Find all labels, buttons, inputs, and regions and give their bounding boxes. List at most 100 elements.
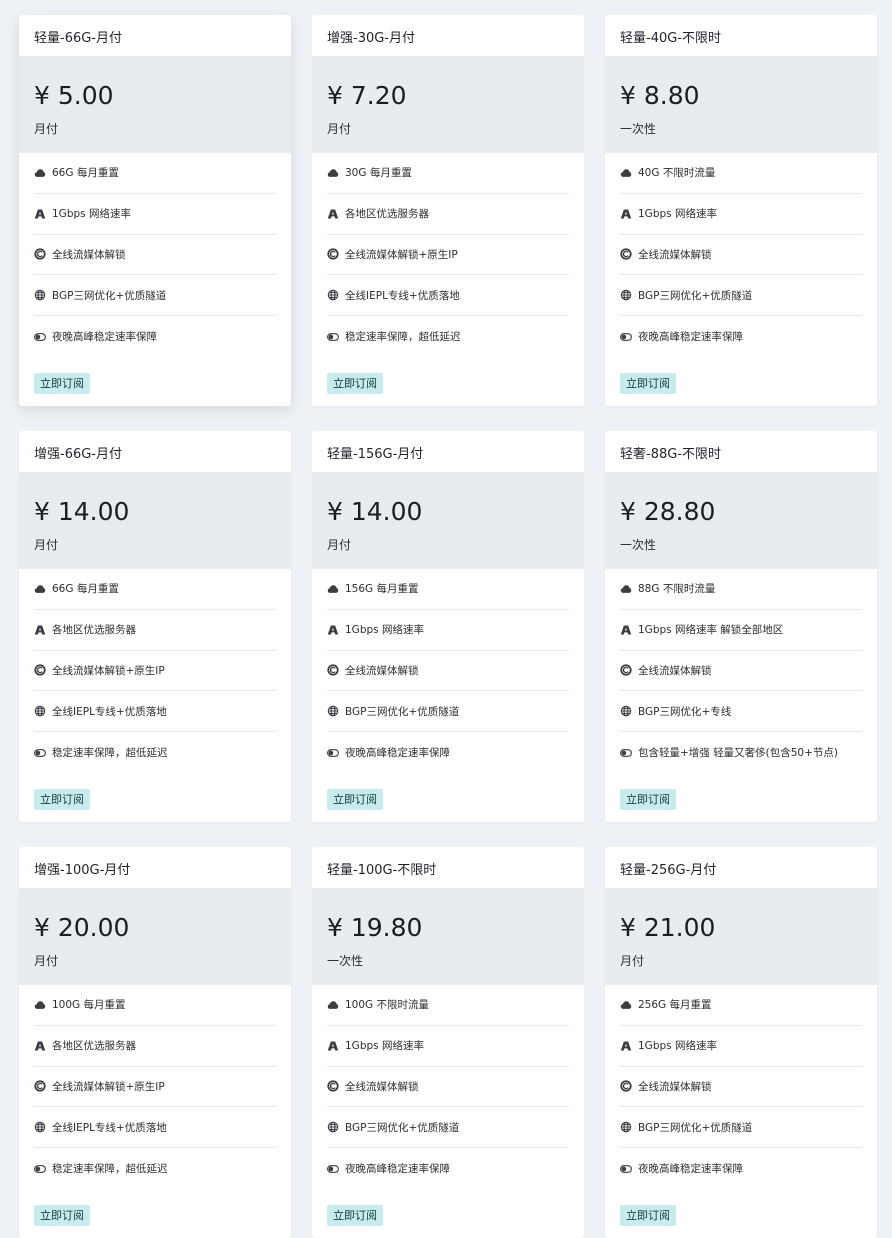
plan-title: 轻量-40G-不限时 [605,15,877,57]
subscribe-button[interactable]: 立即订阅 [34,1205,90,1226]
feature-item: 夜晚高峰稳定速率保障 [34,316,276,357]
feature-text: BGP三网优化+优质隧道 [52,289,167,302]
feature-list: 156G 每月重置 1Gbps 网络速率 全线流媒体解锁 BGP三网优化+优质隧… [312,569,584,773]
globe-icon [327,705,339,717]
speed-icon [327,1040,339,1052]
feature-list: 66G 每月重置 1Gbps 网络速率 全线流媒体解锁 BGP三网优化+优质隧道 [19,153,291,357]
feature-item: 1Gbps 网络速率 [620,1026,862,1067]
plan-card: 增强-100G-月付 ¥ 20.00 月付 100G 每月重置 各地区优选服务器 [19,847,291,1238]
feature-text: 夜晚高峰稳定速率保障 [638,1163,743,1176]
billing-period: 月付 [620,954,645,968]
feature-list: 100G 每月重置 各地区优选服务器 全线流媒体解锁+原生IP 全线IEPL专线… [19,985,291,1189]
feature-list: 88G 不限时流量 1Gbps 网络速率 解锁全部地区 全线流媒体解锁 BGP三… [605,569,877,773]
plan-title: 轻奢-88G-不限时 [605,431,877,473]
plan-title: 增强-100G-月付 [19,847,291,889]
feature-text: 100G 不限时流量 [345,999,430,1012]
unlock-icon [620,248,632,261]
feature-text: 稳定速率保障，超低延迟 [345,331,461,344]
subscribe-button[interactable]: 立即订阅 [34,789,90,810]
feature-text: 全线流媒体解锁+原生IP [345,248,458,261]
plan-price: ¥ 28.80 [620,497,716,526]
feature-item: 30G 每月重置 [327,153,569,194]
subscribe-button[interactable]: 立即订阅 [327,373,383,394]
plan-card: 轻量-100G-不限时 ¥ 19.80 一次性 100G 不限时流量 1Gbps… [312,847,584,1238]
feature-item: 全线流媒体解锁 [34,235,276,276]
subscribe-button[interactable]: 立即订阅 [327,789,383,810]
feature-text: 包含轻量+增强 轻量又奢侈(包含50+节点) [638,747,838,760]
subscribe-button[interactable]: 立即订阅 [327,1205,383,1226]
unlock-icon [34,1080,46,1093]
toggle-icon [34,1163,46,1175]
feature-text: BGP三网优化+优质隧道 [345,1121,460,1134]
feature-text: 各地区优选服务器 [52,1040,136,1053]
feature-item: 全线流媒体解锁+原生IP [34,651,276,692]
feature-item: 夜晚高峰稳定速率保障 [620,316,862,357]
plan-card: 增强-66G-月付 ¥ 14.00 月付 66G 每月重置 各地区优选服务器 全… [19,431,291,822]
subscribe-button[interactable]: 立即订阅 [620,789,676,810]
feature-text: 夜晚高峰稳定速率保障 [345,747,450,760]
globe-icon [620,705,632,717]
feature-text: 夜晚高峰稳定速率保障 [345,1163,450,1176]
feature-item: 全线流媒体解锁 [620,651,862,692]
price-panel: ¥ 28.80 一次性 [605,473,877,569]
plan-title: 轻量-156G-月付 [312,431,584,473]
feature-text: 全线流媒体解锁+原生IP [52,1080,165,1093]
feature-text: 1Gbps 网络速率 [52,208,131,221]
feature-text: 各地区优选服务器 [52,624,136,637]
plan-card: 轻量-156G-月付 ¥ 14.00 月付 156G 每月重置 1Gbps 网络… [312,431,584,822]
speed-icon [34,208,46,220]
feature-text: 稳定速率保障，超低延迟 [52,1163,168,1176]
speed-icon [620,208,632,220]
feature-text: 全线IEPL专线+优质落地 [52,1121,167,1134]
billing-period: 月付 [34,954,59,968]
speed-icon [34,624,46,636]
feature-item: 1Gbps 网络速率 [620,194,862,235]
unlock-icon [327,1080,339,1093]
speed-icon [327,208,339,220]
feature-text: 全线IEPL专线+优质落地 [52,705,167,718]
feature-item: 各地区优选服务器 [327,194,569,235]
plan-price: ¥ 20.00 [34,913,130,942]
globe-icon [327,289,339,301]
feature-item: BGP三网优化+优质隧道 [620,1107,862,1149]
toggle-icon [620,1163,632,1175]
billing-period: 一次性 [620,538,657,552]
price-panel: ¥ 8.80 一次性 [605,57,877,153]
unlock-icon [620,664,632,677]
feature-text: BGP三网优化+优质隧道 [345,705,460,718]
feature-item: 1Gbps 网络速率 解锁全部地区 [620,610,862,651]
plan-grid: 轻量-66G-月付 ¥ 5.00 月付 66G 每月重置 1Gbps 网络速率 [19,15,877,1238]
toggle-icon [327,1163,339,1175]
plan-card: 轻量-40G-不限时 ¥ 8.80 一次性 40G 不限时流量 1Gbps 网络… [605,15,877,406]
globe-icon [620,1121,632,1133]
feature-text: 各地区优选服务器 [345,208,429,221]
cloud-icon [620,999,632,1011]
feature-item: 全线流媒体解锁+原生IP [34,1067,276,1108]
toggle-icon [34,747,46,759]
feature-item: 包含轻量+增强 轻量又奢侈(包含50+节点) [620,732,862,773]
feature-item: 稳定速率保障，超低延迟 [34,732,276,773]
plan-price: ¥ 14.00 [327,497,423,526]
plan-card: 轻量-256G-月付 ¥ 21.00 月付 256G 每月重置 1Gbps 网络… [605,847,877,1238]
feature-text: 1Gbps 网络速率 [638,208,717,221]
feature-item: BGP三网优化+优质隧道 [327,691,569,733]
cloud-icon [327,167,339,179]
billing-period: 月付 [327,538,352,552]
price-panel: ¥ 19.80 一次性 [312,889,584,985]
plan-title: 增强-66G-月付 [19,431,291,473]
cloud-icon [327,583,339,595]
billing-period: 一次性 [327,954,364,968]
feature-text: 全线流媒体解锁 [345,1080,419,1093]
speed-icon [34,1040,46,1052]
feature-item: 1Gbps 网络速率 [327,610,569,651]
feature-text: 88G 不限时流量 [638,583,716,596]
feature-list: 100G 不限时流量 1Gbps 网络速率 全线流媒体解锁 BGP三网优化+优质… [312,985,584,1189]
feature-item: 88G 不限时流量 [620,569,862,610]
plan-title: 轻量-66G-月付 [19,15,291,57]
subscribe-button[interactable]: 立即订阅 [620,373,676,394]
plan-price: ¥ 19.80 [327,913,423,942]
subscribe-button[interactable]: 立即订阅 [34,373,90,394]
toggle-icon [327,747,339,759]
feature-item: 全线流媒体解锁+原生IP [327,235,569,276]
subscribe-button[interactable]: 立即订阅 [620,1205,676,1226]
